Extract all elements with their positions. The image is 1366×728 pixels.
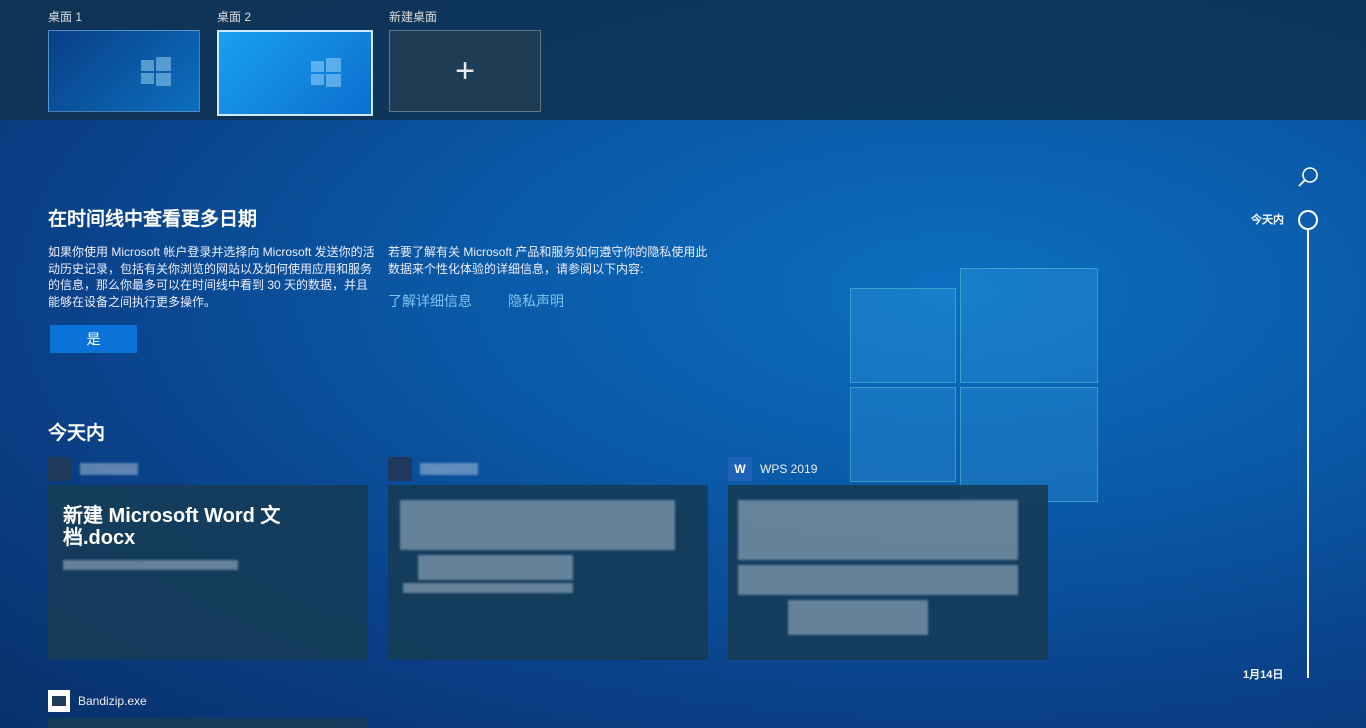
activity-card-2[interactable] [388, 485, 708, 660]
learn-more-link[interactable]: 了解详细信息 [388, 291, 472, 311]
desktop-1[interactable]: 桌面 1 [48, 8, 200, 112]
blurred-content [788, 600, 928, 635]
timeline-handle[interactable] [1298, 210, 1318, 230]
timeline-track[interactable] [1307, 228, 1309, 678]
word-app-icon [388, 457, 412, 481]
desktop-2-thumbnail[interactable] [217, 30, 373, 116]
desktop-1-thumbnail[interactable] [48, 30, 200, 112]
blurred-app-name [420, 463, 478, 475]
blurred-content [403, 583, 573, 593]
blurred-content [418, 555, 573, 580]
new-desktop[interactable]: 新建桌面 + [389, 8, 541, 112]
activity-card-1[interactable]: 新建 Microsoft Word 文档.docx [48, 485, 368, 660]
blurred-content [738, 565, 1018, 595]
windows-logo-wallpaper [850, 258, 1098, 508]
card-2-header [388, 457, 478, 481]
today-section-title: 今天内 [48, 423, 106, 444]
card-1-header [48, 457, 138, 481]
timeline-top-label: 今天内 [1251, 214, 1284, 226]
card-3-header: W WPS 2019 [728, 457, 817, 481]
search-icon[interactable] [1297, 166, 1319, 188]
blurred-app-name [80, 463, 138, 475]
privacy-description: 若要了解有关 Microsoft 产品和服务如何遵守你的隐私使用此数据来个性化体… [388, 245, 708, 276]
word-app-icon [48, 457, 72, 481]
windows-logo-icon [141, 57, 171, 86]
blurred-subtitle [63, 560, 238, 570]
promo-title: 在时间线中查看更多日期 [48, 209, 258, 230]
card-4-header: Bandizip.exe [48, 690, 147, 712]
new-desktop-label: 新建桌面 [389, 10, 438, 24]
blurred-content [400, 500, 675, 550]
timeline-view: { "desktops": [ {"label": "桌面 1"}, {"lab… [0, 0, 1366, 728]
desktop-1-label: 桌面 1 [48, 10, 83, 24]
activity-card-4[interactable] [48, 718, 368, 728]
plus-icon: + [455, 52, 475, 90]
activity-card-3[interactable] [728, 485, 1048, 660]
new-desktop-button[interactable]: + [389, 30, 541, 112]
desktop-2[interactable]: 桌面 2 [217, 8, 373, 116]
bandizip-app-icon [48, 690, 70, 712]
card-1-title: 新建 Microsoft Word 文档.docx [63, 505, 281, 549]
promo-description: 如果你使用 Microsoft 帐户登录并选择向 Microsoft 发送你的活… [48, 245, 375, 309]
timeline-date-label[interactable]: 1月14日 [1243, 666, 1283, 682]
card-3-app-name: WPS 2019 [760, 462, 818, 476]
wps-app-icon: W [728, 457, 752, 481]
yes-button[interactable]: 是 [50, 325, 137, 353]
privacy-statement-link[interactable]: 隐私声明 [508, 291, 564, 311]
windows-logo-icon [311, 58, 341, 87]
blurred-content [738, 500, 1018, 560]
card-4-app-name: Bandizip.exe [78, 694, 147, 708]
desktop-2-label: 桌面 2 [217, 10, 252, 24]
virtual-desktops-bar: 桌面 1 桌面 2 新建桌面 + [0, 0, 1366, 120]
